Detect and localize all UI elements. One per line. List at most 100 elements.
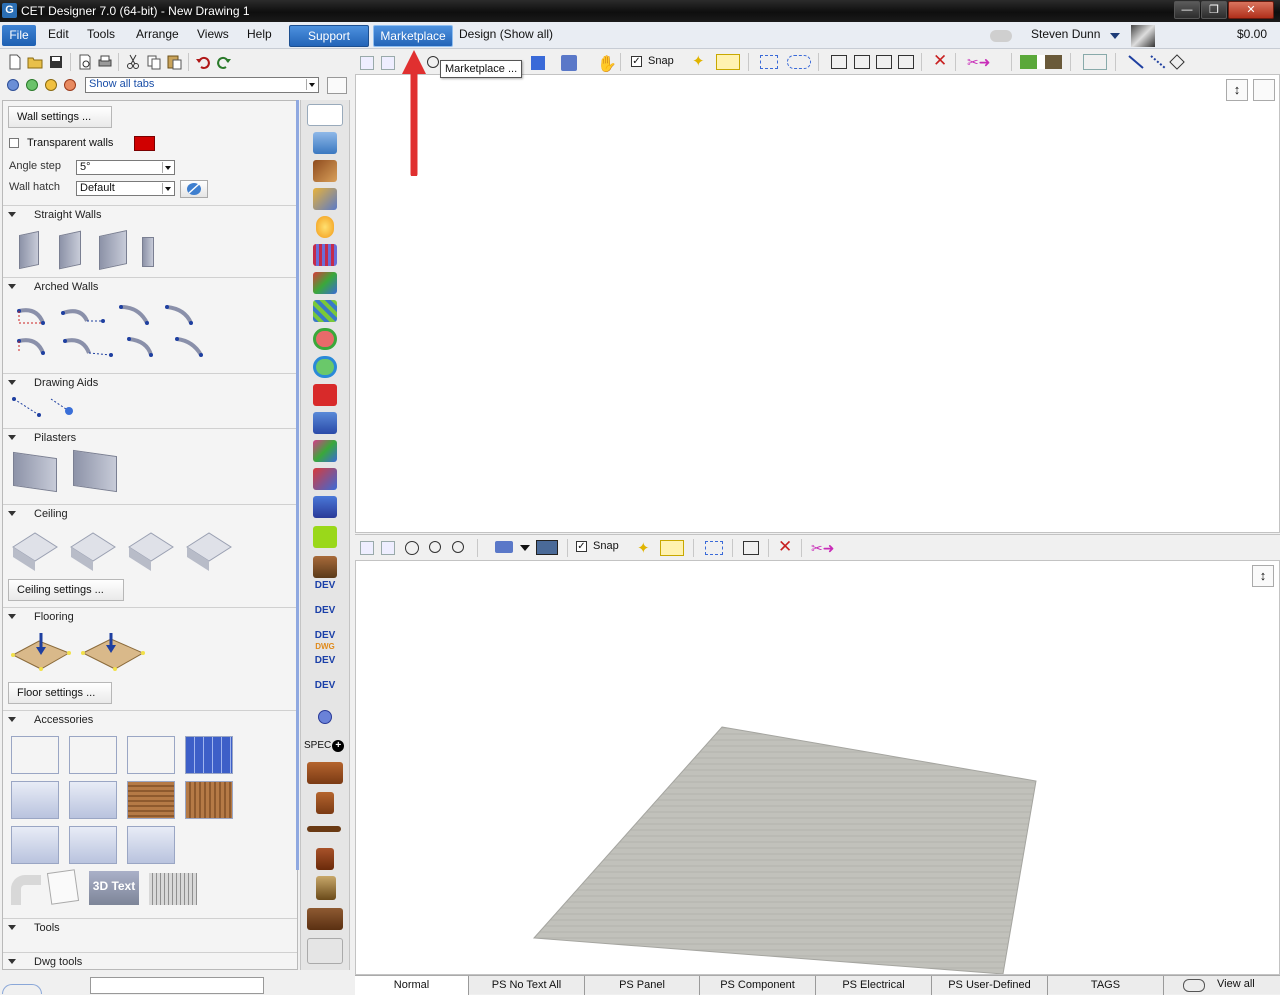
compass-icon[interactable] [2, 984, 42, 994]
glass-panel-thumb[interactable] [127, 826, 175, 864]
move-icon[interactable] [831, 55, 847, 69]
straight-wall-tool-1[interactable] [19, 230, 39, 270]
status-tab-ps-panel[interactable]: PS Panel [585, 976, 700, 995]
redo-icon[interactable] [216, 54, 232, 70]
select-area-3d-icon[interactable] [705, 541, 723, 555]
puzzle-icon[interactable] [313, 272, 337, 294]
note-thumb[interactable] [46, 869, 80, 905]
floor-settings-button[interactable]: Floor settings ... [8, 682, 112, 704]
window-height-thumb[interactable] [69, 826, 117, 864]
blue-dot-icon[interactable] [318, 710, 332, 724]
menu-help[interactable]: Help [247, 27, 272, 41]
door-thumb[interactable] [11, 736, 59, 774]
text-3d-thumb[interactable]: 3D Text [89, 871, 139, 905]
cut-paste-icon[interactable]: ✂➜ [967, 54, 1003, 70]
vertical-blinds-thumb[interactable] [185, 781, 233, 819]
group-icon[interactable] [1020, 55, 1062, 69]
film-strip-icon[interactable] [536, 540, 558, 555]
dev-tool-4-icon[interactable]: DEV [313, 655, 337, 677]
print-icon[interactable] [97, 54, 113, 70]
dog-icon[interactable] [313, 556, 337, 578]
status-tab-ps-no-text-all[interactable]: PS No Text All [469, 976, 585, 995]
blinds-thumb[interactable] [127, 781, 175, 819]
star-icon[interactable] [313, 468, 337, 490]
section-dwg-tools[interactable]: Dwg tools [3, 952, 297, 969]
zoom-window-icon[interactable] [381, 56, 395, 70]
section-flooring[interactable]: Flooring [3, 607, 297, 625]
select-area-icon[interactable] [760, 55, 778, 69]
undo-icon[interactable] [195, 54, 211, 70]
opening-thumb[interactable] [127, 736, 175, 774]
dev-tool-1-icon[interactable]: DEV [313, 580, 337, 602]
hatch-preview-button[interactable] [180, 180, 208, 198]
dev-tool-dwg-icon[interactable]: DEV DWG [313, 630, 337, 652]
cabinet-wall-icon[interactable] [307, 762, 343, 784]
tall-cabinet-icon[interactable] [316, 876, 336, 900]
nav-yellow-icon[interactable] [45, 79, 57, 91]
3d-view[interactable]: ↕ [355, 560, 1280, 975]
cube-components-icon[interactable] [313, 440, 337, 462]
align-icon[interactable] [898, 55, 914, 69]
dimension-tools-icon[interactable] [1127, 54, 1187, 70]
view-all-button[interactable]: View all [1217, 978, 1255, 990]
edit-view-icon[interactable] [1253, 79, 1275, 101]
snap-points-3d-icon[interactable] [660, 540, 684, 556]
copy-move-icon[interactable] [876, 55, 892, 69]
zoom-in-3d-icon[interactable] [429, 541, 441, 553]
snap-star-3d-icon[interactable]: ✦ [637, 539, 650, 557]
ceiling-settings-button[interactable]: Ceiling settings ... [8, 579, 124, 601]
restore-button[interactable]: ❐ [1201, 1, 1227, 19]
nav-down-icon[interactable] [26, 79, 38, 91]
menu-tools[interactable]: Tools [87, 27, 115, 41]
section-drawing-aids[interactable]: Drawing Aids [3, 373, 297, 391]
window-thumb[interactable] [11, 781, 59, 819]
radiator-thumb[interactable] [149, 873, 197, 905]
select-lasso-icon[interactable] [787, 55, 811, 69]
dev-tool-2-icon[interactable]: DEV [313, 605, 337, 627]
open-folder-icon[interactable] [27, 54, 43, 70]
transparent-walls-checkbox[interactable] [9, 138, 19, 148]
layout-toggle-icon[interactable] [327, 77, 347, 94]
straight-wall-tool-3[interactable] [99, 230, 127, 270]
spec-icon[interactable]: SPEC + [304, 740, 345, 752]
rotate-icon[interactable] [854, 55, 870, 69]
move-3d-icon[interactable] [743, 541, 759, 555]
floor-plane-3d[interactable] [356, 561, 1279, 974]
minimize-button[interactable]: — [1174, 1, 1200, 19]
angle-step-select[interactable]: 5° [76, 160, 175, 175]
user-dropdown-arrow-icon[interactable] [1110, 33, 1120, 39]
nav-up-icon[interactable] [7, 79, 19, 91]
camera-3d-icon[interactable] [495, 541, 513, 553]
window-grid-thumb[interactable] [185, 736, 233, 774]
status-tab-ps-user-defined[interactable]: PS User-Defined [932, 976, 1048, 995]
close-button[interactable]: ✕ [1228, 1, 1274, 19]
snap-checkbox[interactable]: ✓ [631, 56, 642, 67]
measure-tools-icon[interactable] [313, 188, 337, 210]
status-tab-tags[interactable]: TAGS [1048, 976, 1164, 995]
menu-views[interactable]: Views [197, 27, 229, 41]
arched-opening-thumb[interactable] [69, 736, 117, 774]
table-frame-icon[interactable] [307, 938, 343, 964]
transparent-walls-color-swatch[interactable] [134, 136, 155, 151]
delete-icon[interactable]: ✕ [933, 51, 947, 71]
delete-3d-icon[interactable]: ✕ [778, 537, 792, 557]
section-ceiling[interactable]: Ceiling [3, 504, 297, 522]
support-button[interactable]: Support [289, 25, 369, 47]
materials-icon[interactable] [313, 160, 337, 182]
walls-tab-icon[interactable] [307, 104, 343, 126]
copy-icon[interactable] [146, 54, 162, 70]
grid-tools-icon[interactable] [313, 300, 337, 322]
menu-arrange[interactable]: Arrange [136, 27, 179, 41]
status-tab-ps-electrical[interactable]: PS Electrical [816, 976, 932, 995]
rings-icon[interactable] [313, 328, 337, 350]
user-name[interactable]: Steven Dunn [1031, 27, 1100, 41]
straight-wall-tool-4[interactable] [142, 237, 154, 267]
section-pilasters[interactable]: Pilasters [3, 428, 297, 446]
new-file-icon[interactable] [7, 54, 23, 70]
building-icon[interactable] [313, 132, 337, 154]
camera-view-icon[interactable] [561, 55, 577, 71]
pipe-thumb[interactable] [11, 875, 41, 905]
camera-icon[interactable] [990, 30, 1012, 42]
paste-icon[interactable] [166, 54, 182, 70]
zoom-extents-3d-icon[interactable] [360, 541, 374, 555]
